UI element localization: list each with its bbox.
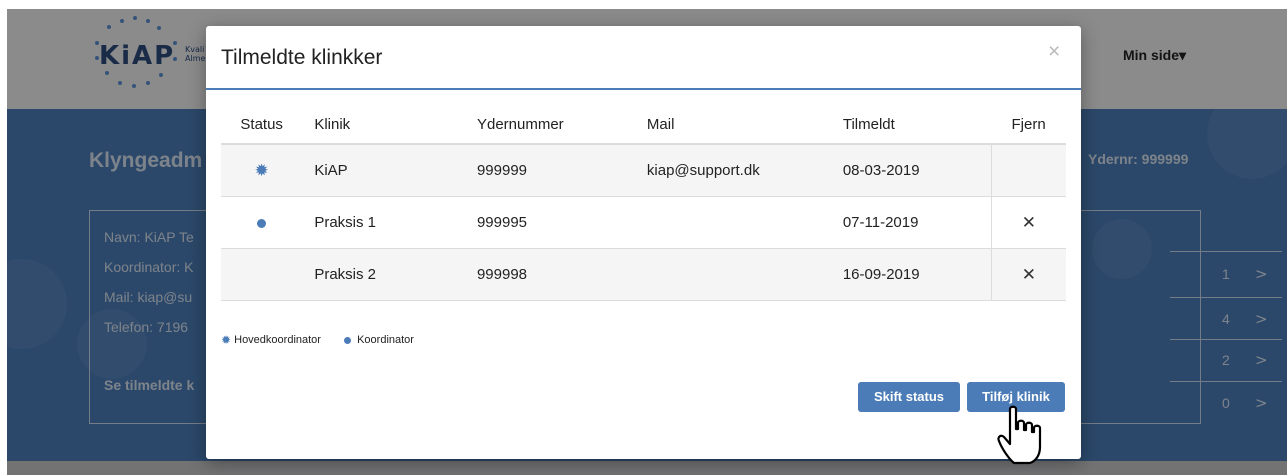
col-ydernummer: Ydernummer (464, 106, 635, 145)
clinics-table: Status Klinik Ydernummer Mail Tilmeldt F… (221, 106, 1066, 301)
klinik-cell: Praksis 2 (302, 248, 465, 301)
hand-cursor-icon (997, 405, 1042, 465)
modal-header: Tilmeldte klinkker × (206, 26, 1081, 90)
mail-cell (634, 248, 831, 301)
mail-cell: kiap@support.dk (634, 144, 831, 197)
table-row: Praksis 1 999995 07-11-2019 ✕ (221, 196, 1066, 249)
tilmeldt-cell: 07-11-2019 (830, 196, 992, 249)
legend-koord-label: Koordinator (357, 334, 414, 346)
app-window: KiAP Kvali Alme Min side▾ Klyngeadm Yder… (7, 9, 1287, 475)
col-mail: Mail (634, 106, 831, 145)
table-row: ✹ KiAP 999999 kiap@support.dk 08-03-2019 (221, 144, 1066, 197)
ydernummer-cell: 999995 (464, 196, 635, 249)
ydernummer-cell: 999999 (464, 144, 635, 197)
table-row: Praksis 2 999998 16-09-2019 ✕ (221, 248, 1066, 301)
col-status: Status (221, 106, 303, 145)
status-cell: ✹ (221, 144, 303, 197)
hovedkoordinator-icon: ✹ (254, 161, 269, 181)
klinik-cell: KiAP (302, 144, 465, 197)
col-fjern: Fjern (991, 106, 1066, 145)
status-legend: ✹ Hovedkoordinator Koordinator (221, 333, 414, 347)
remove-icon[interactable]: ✕ (1022, 265, 1036, 284)
modal-title: Tilmeldte klinkker (221, 46, 383, 69)
skift-status-button[interactable]: Skift status (858, 382, 960, 412)
remove-icon[interactable]: ✕ (1022, 213, 1036, 232)
fjern-cell (990, 144, 1066, 197)
table-header-row: Status Klinik Ydernummer Mail Tilmeldt F… (221, 106, 1066, 145)
legend-hoved-label: Hovedkoordinator (234, 334, 321, 346)
col-klinik: Klinik (302, 106, 465, 145)
hovedkoordinator-icon: ✹ (221, 333, 232, 347)
status-cell (221, 248, 303, 301)
klinik-cell: Praksis 1 (302, 196, 465, 249)
tilmeldt-cell: 08-03-2019 (830, 144, 992, 197)
mail-cell (634, 196, 831, 249)
fjern-cell: ✕ (990, 196, 1066, 249)
col-tilmeldt: Tilmeldt (830, 106, 992, 145)
fjern-cell: ✕ (990, 248, 1066, 301)
koordinator-icon (344, 336, 352, 344)
close-icon[interactable]: × (1048, 40, 1060, 64)
enrolled-clinics-modal: Tilmeldte klinkker × Status Klinik Ydern… (206, 26, 1081, 459)
koordinator-icon (257, 218, 267, 228)
ydernummer-cell: 999998 (464, 248, 635, 301)
tilmeldt-cell: 16-09-2019 (830, 248, 992, 301)
status-cell (221, 196, 303, 249)
